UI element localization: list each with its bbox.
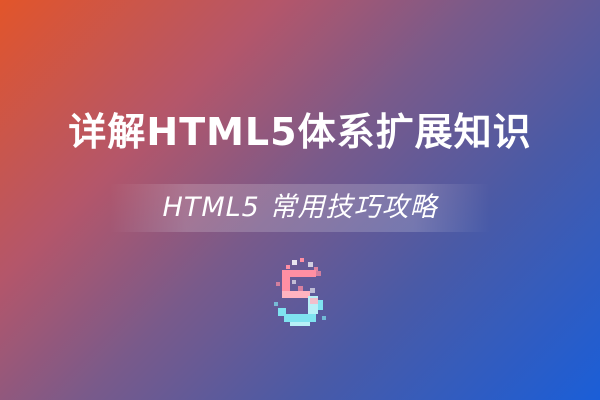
banner-title: 详解HTML5体系扩展知识	[68, 110, 532, 154]
banner-subtitle: HTML5 常用技巧攻略	[162, 192, 438, 223]
html5-pixel-five-icon	[274, 258, 326, 326]
banner: 详解HTML5体系扩展知识 HTML5 常用技巧攻略	[0, 0, 600, 400]
